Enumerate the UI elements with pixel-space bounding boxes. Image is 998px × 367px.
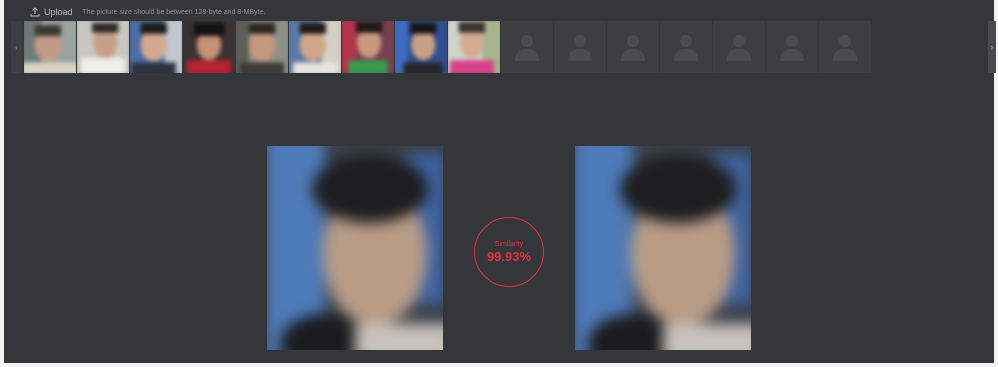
matched-face-image — [575, 146, 751, 350]
upload-label: Upload — [44, 7, 73, 17]
face-gallery — [24, 21, 874, 73]
face-thumbnail[interactable] — [342, 21, 394, 73]
face-thumbnail[interactable] — [448, 21, 500, 73]
person-silhouette-icon — [833, 35, 857, 61]
face-photo — [289, 21, 341, 73]
face-photo — [236, 21, 288, 73]
face-thumbnail[interactable] — [183, 21, 235, 73]
person-silhouette-icon — [568, 35, 592, 61]
face-compare-app: Upload The picture size should be betwee… — [4, 0, 994, 363]
empty-face-slot[interactable] — [660, 21, 712, 73]
person-silhouette-icon — [727, 35, 751, 61]
reference-face-image — [267, 146, 443, 350]
face-thumbnail[interactable] — [130, 21, 182, 73]
face-thumbnail[interactable] — [24, 21, 76, 73]
similarity-value: 99.93% — [486, 248, 532, 264]
person-silhouette-icon — [621, 35, 645, 61]
chevron-left-icon: ‹ — [15, 42, 18, 52]
face-thumbnail[interactable] — [395, 21, 447, 73]
face-photo — [267, 146, 443, 350]
empty-face-slot[interactable] — [766, 21, 818, 73]
chevron-right-icon: › — [990, 42, 994, 52]
face-thumbnail[interactable] — [236, 21, 288, 73]
empty-face-slot[interactable] — [713, 21, 765, 73]
person-silhouette-icon — [674, 35, 698, 61]
empty-face-slot[interactable] — [819, 21, 871, 73]
face-photo — [448, 21, 500, 73]
person-silhouette-icon — [515, 35, 539, 61]
empty-face-slot[interactable] — [554, 21, 606, 73]
upload-icon — [30, 7, 40, 17]
empty-face-slot[interactable] — [607, 21, 659, 73]
face-photo — [183, 21, 235, 73]
person-silhouette-icon — [780, 35, 804, 61]
gallery-next-button[interactable]: › — [988, 21, 996, 73]
empty-face-slot[interactable] — [501, 21, 553, 73]
face-photo — [77, 21, 129, 73]
face-photo — [395, 21, 447, 73]
face-photo — [24, 21, 76, 73]
similarity-label: Similarity — [494, 240, 524, 248]
face-photo — [130, 21, 182, 73]
similarity-badge: Similarity 99.93% — [474, 217, 544, 287]
face-thumbnail[interactable] — [77, 21, 129, 73]
gallery-prev-button[interactable]: ‹ — [11, 21, 22, 73]
upload-button[interactable]: Upload — [30, 7, 73, 17]
face-thumbnail[interactable] — [289, 21, 341, 73]
face-photo — [342, 21, 394, 73]
upload-hint: The picture size should be between 128-b… — [82, 8, 266, 16]
face-photo — [575, 146, 751, 350]
upload-bar: Upload The picture size should be betwee… — [30, 5, 265, 19]
